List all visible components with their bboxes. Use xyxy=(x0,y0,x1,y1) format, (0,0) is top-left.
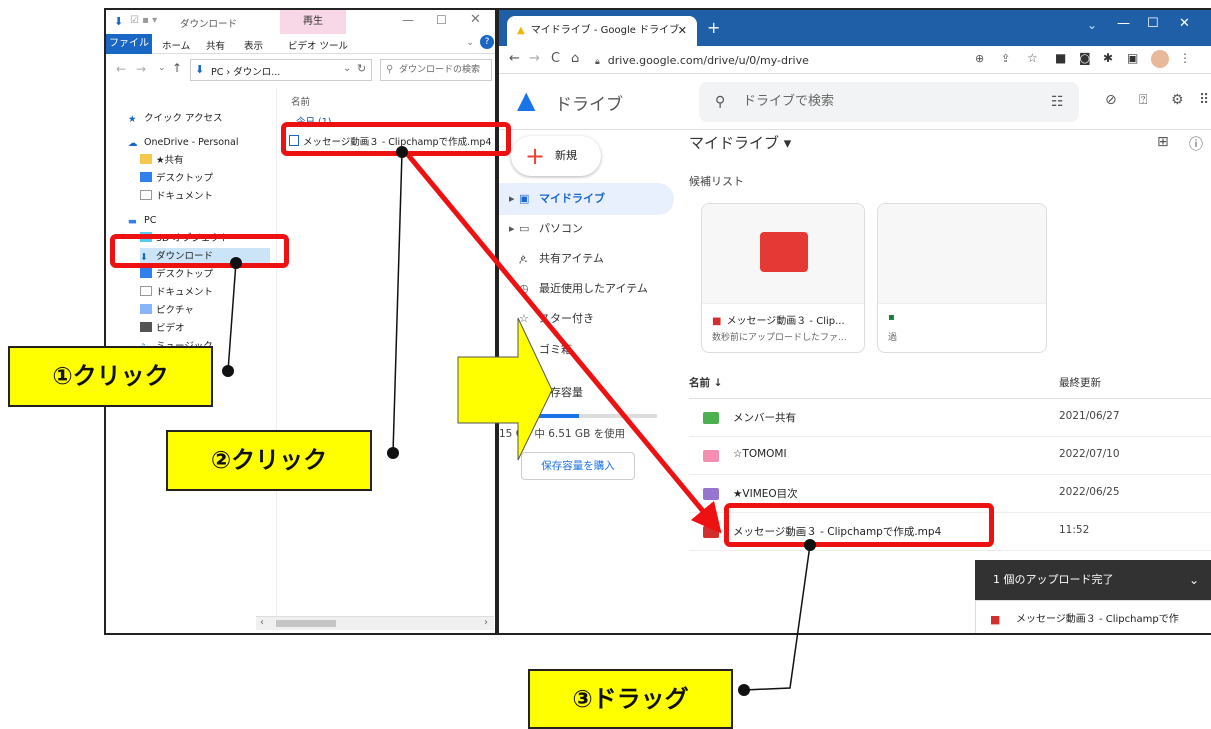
leader-dot xyxy=(222,365,234,377)
leader-dot xyxy=(804,539,816,551)
callout-step2: ②クリック xyxy=(166,430,372,491)
drag-arrow xyxy=(402,148,722,534)
leader-dot xyxy=(230,257,242,269)
callout-step1: ①クリック xyxy=(8,346,213,407)
callout-step3: ③ドラッグ xyxy=(528,669,733,729)
leader-dot xyxy=(387,447,399,459)
leader-dot xyxy=(396,146,408,158)
leader-line-step2 xyxy=(392,151,403,454)
yellow-arrow-shape xyxy=(457,317,553,461)
leader-dot xyxy=(738,684,750,696)
leader-line-step1 xyxy=(227,261,237,372)
leader-line-step3 xyxy=(743,544,811,691)
